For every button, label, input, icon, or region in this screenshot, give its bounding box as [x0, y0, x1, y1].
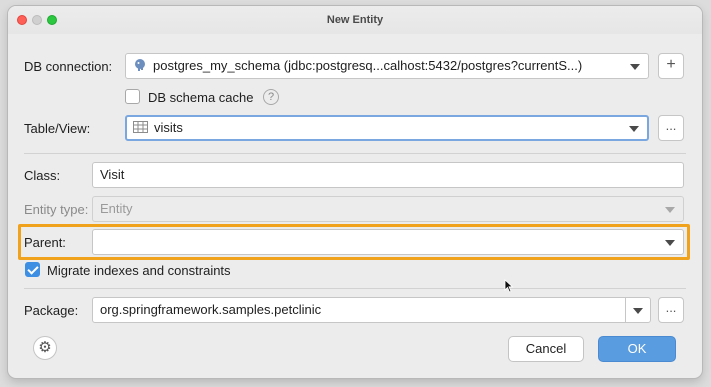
db-connection-label: DB connection:	[24, 59, 113, 74]
window-title: New Entity	[326, 14, 384, 26]
migrate-label: Migrate indexes and constraints	[47, 263, 231, 278]
chevron-down-icon	[665, 207, 675, 213]
table-view-dropdown[interactable]: visits	[125, 115, 649, 141]
ok-button[interactable]: OK	[598, 336, 676, 362]
table-view-label: Table/View:	[24, 121, 91, 136]
postgresql-elephant-icon	[135, 59, 145, 71]
db-connection-dropdown[interactable]: postgres_my_schema (jdbc:postgresq...cal…	[125, 53, 649, 79]
mouse-pointer-icon	[504, 279, 514, 293]
table-icon	[133, 121, 148, 133]
package-label: Package:	[24, 303, 79, 318]
separator	[24, 288, 686, 289]
divider	[625, 298, 626, 322]
gear-icon[interactable]: ⚙	[33, 336, 57, 360]
chevron-down-icon	[633, 308, 643, 314]
entity-type-label: Entity type:	[24, 202, 89, 217]
entity-type-value: Entity	[100, 201, 133, 216]
migrate-checkbox[interactable]	[25, 262, 40, 277]
db-connection-value: postgres_my_schema (jdbc:postgresq...cal…	[153, 58, 583, 73]
title-bar: New Entity	[8, 6, 702, 34]
db-schema-cache-checkbox[interactable]	[125, 89, 140, 104]
separator	[24, 153, 686, 154]
parent-label: Parent:	[24, 235, 66, 250]
entity-type-dropdown[interactable]: Entity	[92, 196, 684, 222]
new-entity-dialog: New Entity DB connection: postgres_my_sc…	[8, 6, 702, 378]
parent-dropdown[interactable]	[92, 229, 684, 255]
class-label: Class:	[24, 168, 61, 183]
package-dropdown[interactable]: org.springframework.samples.petclinic	[92, 297, 651, 323]
close-window-button[interactable]	[17, 15, 27, 25]
package-value: org.springframework.samples.petclinic	[100, 302, 322, 317]
browse-package-button[interactable]: ...	[658, 297, 684, 323]
help-icon[interactable]: ?	[263, 89, 279, 105]
db-schema-cache-label: DB schema cache	[148, 90, 254, 105]
add-connection-button[interactable]: +	[658, 53, 684, 79]
cancel-button[interactable]: Cancel	[508, 336, 584, 362]
chevron-down-icon	[630, 64, 640, 70]
chevron-down-icon	[629, 126, 639, 132]
browse-table-button[interactable]: ...	[658, 115, 684, 141]
chevron-down-icon	[665, 240, 675, 246]
table-view-value: visits	[154, 120, 183, 135]
class-input[interactable]: Visit	[92, 162, 684, 188]
minimize-window-button[interactable]	[32, 15, 42, 25]
maximize-window-button[interactable]	[47, 15, 57, 25]
